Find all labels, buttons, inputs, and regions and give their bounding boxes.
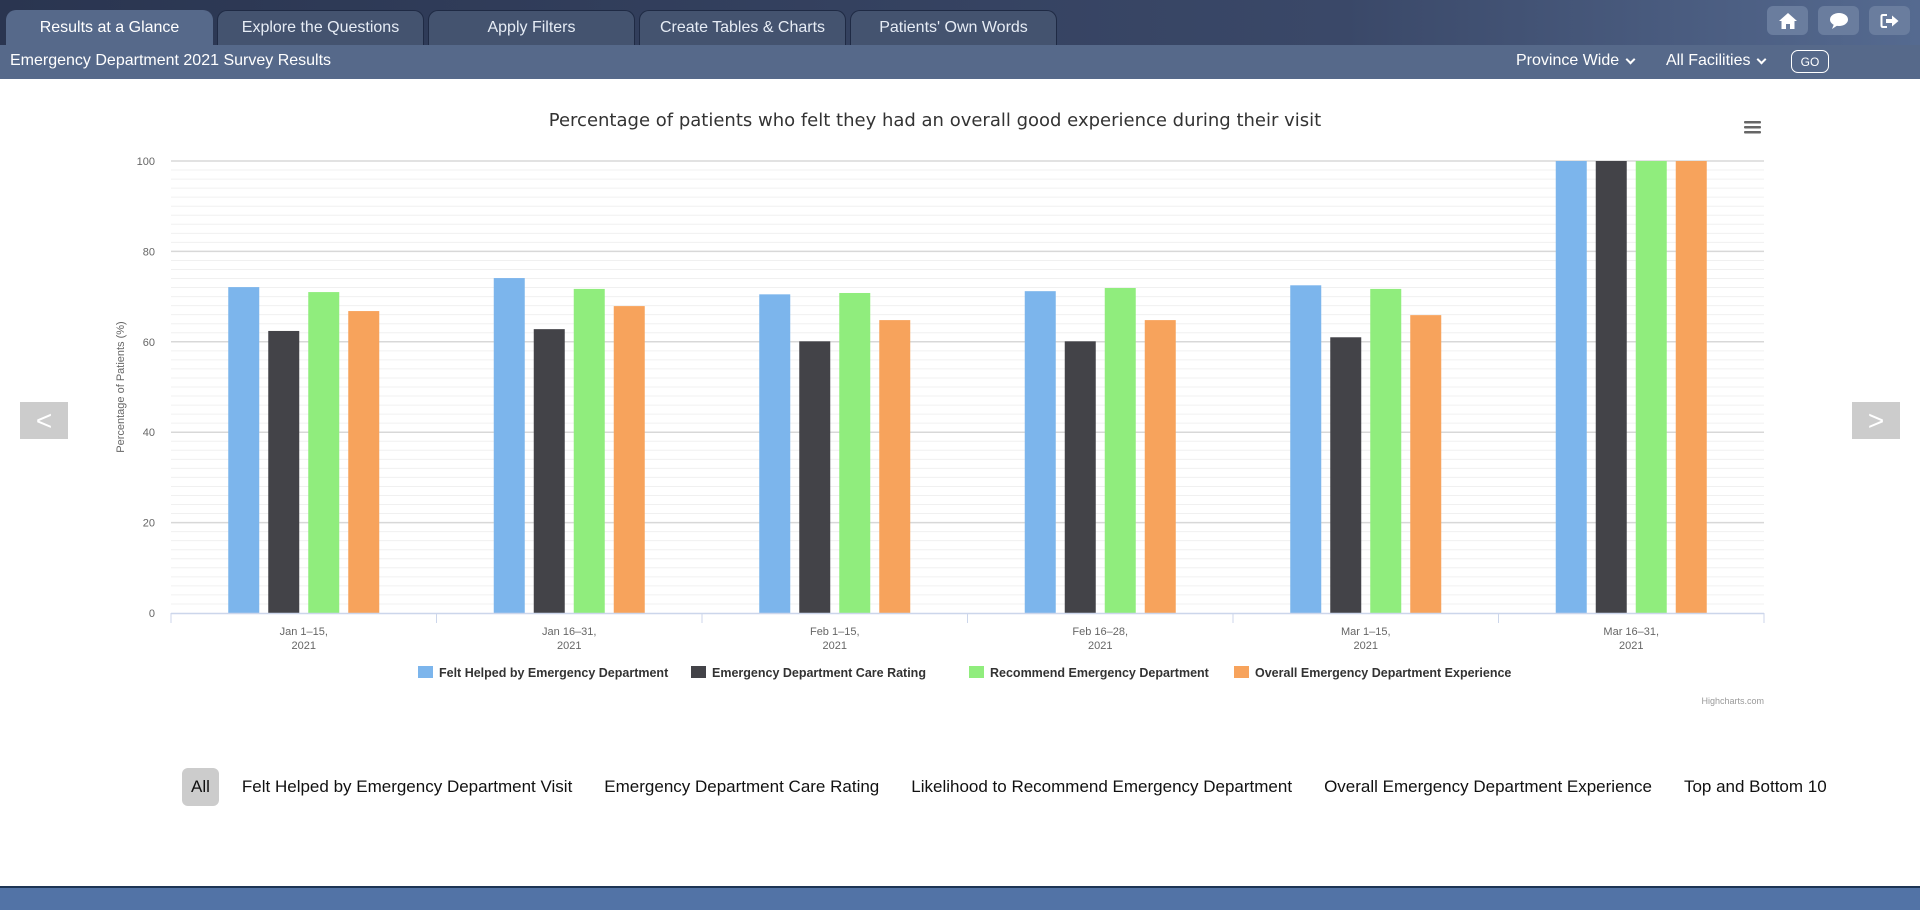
x-tick-label: 2021 (823, 640, 847, 652)
legend-item[interactable]: Recommend Emergency Department (969, 666, 1210, 680)
go-button[interactable]: GO (1791, 50, 1829, 73)
x-tick-label: 2021 (292, 640, 316, 652)
legend-label: Recommend Emergency Department (990, 666, 1210, 680)
legend-item[interactable]: Felt Helped by Emergency Department (418, 666, 669, 680)
legend-item[interactable]: Emergency Department Care Rating (691, 666, 926, 680)
tab-explore-the-questions[interactable]: Explore the Questions (217, 10, 424, 45)
facility-select-value: All Facilities (1666, 52, 1751, 69)
tab-patients-own-words[interactable]: Patients' Own Words (850, 10, 1057, 45)
filter-pill[interactable]: Top and Bottom 10 (1675, 768, 1836, 806)
x-tick-label: 2021 (1088, 640, 1112, 652)
question-filter-pills: All Felt Helped by Emergency Department V… (182, 768, 1850, 806)
x-tick-label: Jan 1–15, (280, 626, 328, 638)
bar[interactable] (879, 320, 911, 613)
x-tick-label: Mar 16–31, (1603, 626, 1659, 638)
y-tick-label: 0 (149, 608, 155, 620)
bar[interactable] (613, 306, 645, 613)
chart-title: Percentage of patients who felt they had… (549, 110, 1321, 131)
filter-pill[interactable]: All (182, 768, 219, 806)
x-tick-label: 2021 (1619, 640, 1643, 652)
bar[interactable] (228, 287, 260, 613)
top-icon-group (1767, 6, 1910, 35)
y-tick-label: 40 (143, 427, 155, 439)
x-tick-label: 2021 (557, 640, 581, 652)
bar[interactable] (493, 278, 525, 613)
y-tick-label: 60 (143, 337, 155, 349)
y-tick-label: 80 (143, 246, 155, 258)
legend-swatch (691, 666, 706, 678)
bar[interactable] (533, 329, 565, 613)
y-axis-ticks: 0 20 40 60 80 100 (137, 156, 155, 620)
bar[interactable] (839, 292, 871, 613)
x-tick-label: 2021 (1354, 640, 1378, 652)
bar[interactable] (1144, 320, 1176, 613)
bar[interactable] (759, 294, 791, 613)
tab-create-tables-charts[interactable]: Create Tables & Charts (639, 10, 846, 45)
x-tick-label: Feb 16–28, (1072, 626, 1128, 638)
hamburger-menu-icon (1744, 121, 1761, 134)
chart-legend: Felt Helped by Emergency Department Emerg… (418, 666, 1511, 680)
bar[interactable] (1410, 315, 1442, 613)
filter-pill[interactable]: Emergency Department Care Rating (595, 768, 888, 806)
bar[interactable] (268, 330, 300, 613)
bar[interactable] (308, 292, 340, 613)
bar[interactable] (348, 311, 380, 613)
footer-bar (0, 886, 1920, 910)
bar[interactable] (1024, 291, 1056, 613)
y-tick-label: 20 (143, 518, 155, 530)
bar[interactable] (1064, 341, 1096, 613)
bar[interactable] (1104, 288, 1136, 613)
chart-menu-button[interactable] (1744, 120, 1762, 134)
bar[interactable] (1595, 161, 1627, 613)
chart-credits[interactable]: Highcharts.com (1701, 696, 1764, 706)
filter-pill[interactable]: Overall Emergency Department Experience (1315, 768, 1661, 806)
report-header: Emergency Department 2021 Survey Results… (0, 45, 1920, 79)
facility-select[interactable]: All Facilities (1666, 52, 1767, 70)
x-axis: Jan 1–15, 2021 Jan 16–31, 2021 Feb 1–15, 2021… (170, 612, 1765, 652)
legend-item[interactable]: Overall Emergency Department Experience (1234, 666, 1511, 680)
bar[interactable] (573, 288, 605, 613)
home-icon (1778, 12, 1797, 29)
x-tick-label: Mar 1–15, (1341, 626, 1391, 638)
feedback-button[interactable] (1818, 6, 1859, 35)
region-select[interactable]: Province Wide (1516, 52, 1636, 70)
bar[interactable] (799, 341, 831, 613)
home-button[interactable] (1767, 6, 1808, 35)
sign-out-icon (1880, 13, 1898, 28)
bar[interactable] (1290, 285, 1322, 613)
bar[interactable] (1635, 161, 1667, 613)
page-title: Emergency Department 2021 Survey Results (10, 52, 332, 69)
x-tick-label: Jan 16–31, (542, 626, 596, 638)
bar[interactable] (1330, 337, 1362, 613)
top-navigation-bar: Results at a Glance Explore the Question… (0, 0, 1920, 45)
legend-swatch (969, 666, 984, 678)
legend-label: Overall Emergency Department Experience (1255, 666, 1511, 680)
bar[interactable] (1370, 288, 1402, 613)
bar-chart: Percentage of patients who felt they had… (115, 110, 1765, 706)
legend-swatch (1234, 666, 1249, 678)
y-tick-label: 100 (137, 156, 155, 168)
bar[interactable] (1675, 161, 1707, 613)
x-tick-label: Feb 1–15, (810, 626, 860, 638)
region-select-value: Province Wide (1516, 52, 1620, 69)
legend-label: Felt Helped by Emergency Department (439, 666, 669, 680)
legend-label: Emergency Department Care Rating (712, 666, 926, 680)
bar[interactable] (1555, 161, 1587, 613)
chevron-down-icon (1757, 54, 1767, 64)
filter-pill[interactable]: Likelihood to Recommend Emergency Depart… (902, 768, 1301, 806)
legend-swatch (418, 666, 433, 678)
y-axis-label: Percentage of Patients (%) (115, 321, 127, 452)
chevron-down-icon (1625, 54, 1636, 64)
main-tabs: Results at a Glance Explore the Question… (6, 10, 1057, 45)
sign-out-button[interactable] (1869, 6, 1910, 35)
filter-pill[interactable]: Felt Helped by Emergency Department Visi… (233, 768, 581, 806)
comment-icon (1829, 12, 1848, 29)
chart-gridlines (171, 160, 1764, 605)
tab-apply-filters[interactable]: Apply Filters (428, 10, 635, 45)
tab-results-at-a-glance[interactable]: Results at a Glance (6, 10, 213, 45)
